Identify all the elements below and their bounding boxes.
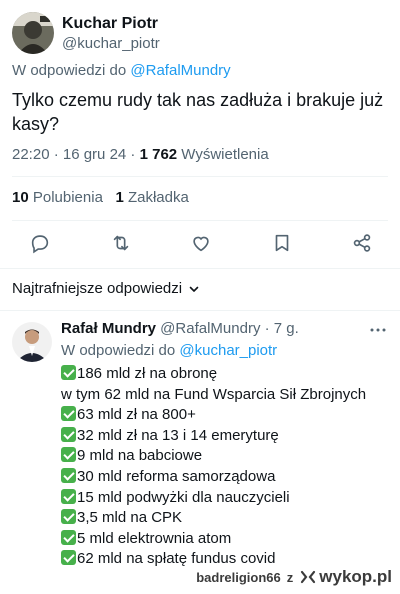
reply-line: 5 mld elektrownia atom [61, 529, 391, 550]
watermark-conj: z [286, 569, 294, 585]
reply-line-text: 9 mld na babciowe [77, 447, 203, 465]
tweet-text: Tylko czemu rudy tak nas zadłuża i braku… [12, 90, 384, 134]
reply-author-handle-time[interactable]: @RafalMundry · 7 g. [156, 320, 299, 337]
tweet-timestamp[interactable]: 22:20 · 16 gru 24 · [12, 146, 140, 163]
reply-line-text: 15 mld podwyżki dla nauczycieli [77, 488, 290, 506]
wykop-logo: wykop.pl [299, 567, 392, 587]
section-divider [0, 310, 400, 311]
reply-line: 3,5 mld na CPK [61, 508, 391, 529]
bookmarks-stat[interactable]: 1 Zakładka [115, 189, 188, 206]
reply-to-prefix: W odpowiedzi do [12, 62, 131, 79]
divider [12, 176, 388, 177]
reply-to-line: W odpowiedzi do @RafalMundry [12, 62, 231, 79]
watermark-user: badreligion66 [196, 569, 281, 585]
share-icon[interactable] [350, 231, 374, 255]
reply-to-mention[interactable]: @RafalMundry [130, 62, 230, 79]
reply-icon[interactable] [28, 231, 52, 255]
check-mark-icon [61, 488, 76, 504]
check-mark-icon [61, 529, 76, 545]
reply-line-text: 63 mld zł na 800+ [77, 406, 196, 424]
reply-reply-to-prefix: W odpowiedzi do [61, 342, 180, 359]
reply-line: 63 mld zł na 800+ [61, 405, 391, 426]
chevron-down-icon [189, 286, 199, 292]
reply-line-text: 32 mld zł na 13 i 14 emeryturę [77, 426, 279, 444]
reply-line: 186 mld zł na obronę [61, 364, 391, 385]
author-avatar[interactable] [12, 12, 54, 54]
heart-icon[interactable] [189, 231, 213, 255]
reply-text: 186 mld zł na obronę w tym 62 mld na Fun… [61, 364, 391, 570]
retweet-icon[interactable] [109, 231, 133, 255]
check-mark-icon [61, 426, 76, 442]
reply-author-name[interactable]: Rafał Mundry [61, 320, 156, 337]
views-count: 1 762 [139, 146, 178, 163]
tweet-stats: 10 Polubienia 1 Zakładka [12, 189, 189, 206]
tweet-actions [28, 230, 374, 256]
wykop-logo-icon [301, 570, 316, 584]
likes-stat[interactable]: 10 Polubienia [12, 189, 103, 206]
author-name[interactable]: Kuchar Piotr [62, 14, 160, 34]
reply-line-text: 62 mld na spłatę fundus covid [77, 550, 276, 568]
bookmarks-label: Zakładka [123, 189, 189, 206]
reply-reply-to-line: W odpowiedzi do @kuchar_piotr [61, 342, 277, 359]
divider [12, 220, 388, 221]
reply-reply-to-mention[interactable]: @kuchar_piotr [179, 342, 277, 359]
reply-line-text: 30 mld reforma samorządowa [77, 467, 276, 485]
reply-line: 32 mld zł na 13 i 14 emeryturę [61, 426, 391, 447]
check-mark-icon [61, 447, 76, 463]
section-divider [0, 268, 400, 269]
reply-line-text: 186 mld zł na obronę [77, 365, 218, 382]
reply-line: 30 mld reforma samorządowa [61, 467, 391, 488]
reply-line-text: 3,5 mld na CPK [77, 509, 183, 527]
check-mark-icon [61, 467, 76, 483]
replies-sort-dropdown[interactable]: Najtrafniejsze odpowiedzi [12, 280, 200, 297]
reply-line: 9 mld na babciowe [61, 446, 391, 467]
reply-line: w tym 62 mld na Fund Wsparcia Sił Zbrojn… [61, 385, 391, 406]
check-mark-icon [61, 509, 76, 525]
likes-count: 10 [12, 189, 29, 206]
more-options-icon[interactable] [368, 324, 388, 336]
check-mark-icon [61, 406, 76, 422]
check-mark-icon [61, 365, 76, 380]
reply-line-text: 5 mld elektrownia atom [77, 529, 232, 547]
bookmarks-count: 1 [115, 189, 124, 206]
wykop-watermark: badreligion66 z wykop.pl [196, 566, 392, 588]
watermark-site: wykop.pl [319, 567, 392, 586]
author-handle[interactable]: @kuchar_piotr [62, 34, 160, 54]
tweet-meta: 22:20 · 16 gru 24 · 1 762 Wyświetlenia [12, 146, 269, 163]
reply-header: Rafał Mundry @RafalMundry · 7 g. [61, 320, 386, 337]
reply-author-avatar[interactable] [12, 322, 52, 362]
likes-label: Polubienia [28, 189, 103, 206]
replies-sort-label: Najtrafniejsze odpowiedzi [12, 280, 183, 297]
check-mark-icon [61, 550, 76, 566]
views-label: Wyświetlenia [177, 146, 269, 163]
tweet-author[interactable]: Kuchar Piotr @kuchar_piotr [12, 12, 388, 58]
reply-line: 15 mld podwyżki dla nauczycieli [61, 488, 391, 509]
reply-line-text: w tym 62 mld na Fund Wsparcia Sił Zbrojn… [61, 385, 367, 403]
bookmark-icon[interactable] [270, 231, 294, 255]
